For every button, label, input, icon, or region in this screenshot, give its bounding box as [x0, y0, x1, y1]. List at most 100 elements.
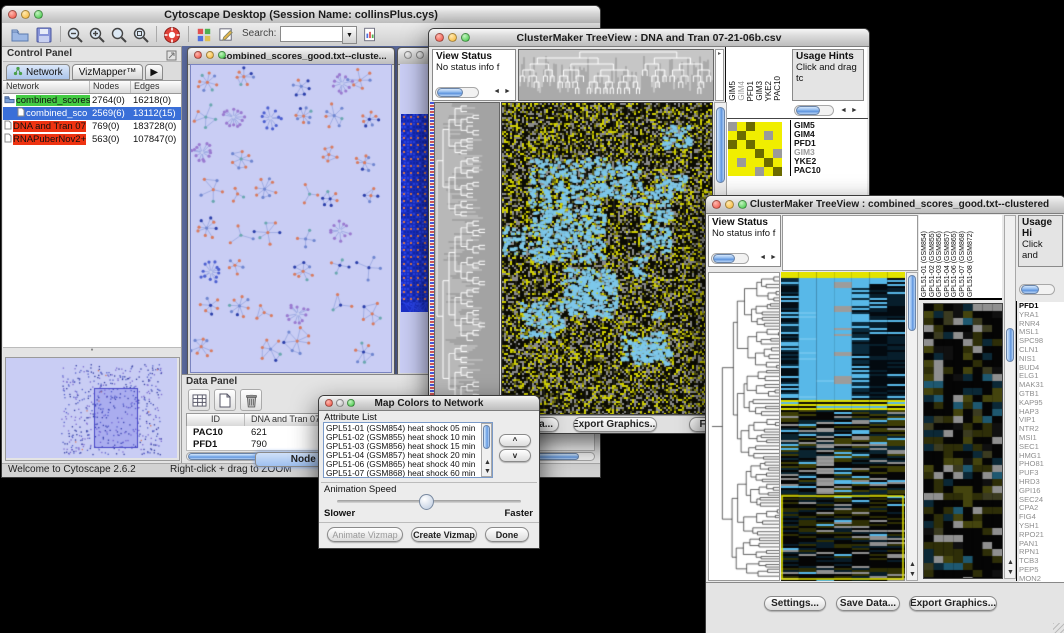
- delete-attribute-icon[interactable]: [240, 389, 262, 411]
- matrix-cell[interactable]: [773, 149, 782, 158]
- matrix-cell[interactable]: [773, 131, 782, 140]
- matrix-cell[interactable]: [764, 167, 773, 176]
- col-header-nodes[interactable]: Nodes: [90, 81, 131, 93]
- zoom-button[interactable]: [347, 399, 355, 407]
- zoom-button[interactable]: [738, 200, 747, 209]
- vizmapper-palette-icon[interactable]: [194, 25, 214, 44]
- matrix-cell[interactable]: [746, 158, 755, 167]
- attribute-list-item[interactable]: GPL51-02 (GSM855) heat shock 10 min: [326, 433, 490, 442]
- tv1-column-label[interactable]: GIM5: [728, 81, 737, 101]
- matrix-cell[interactable]: [773, 167, 782, 176]
- scroll-down-icon[interactable]: ▼: [909, 571, 917, 578]
- dialog-titlebar[interactable]: Map Colors to Network: [319, 396, 539, 411]
- tab-network[interactable]: Network: [6, 64, 70, 80]
- matrix-cell[interactable]: [737, 140, 746, 149]
- tv2-export-graphics-button[interactable]: Export Graphics...: [909, 596, 997, 611]
- tv2-zoom-heatmap[interactable]: [923, 303, 1003, 579]
- attribute-table-icon[interactable]: [188, 389, 210, 411]
- attribute-list-item[interactable]: GPL51-03 (GSM856) heat shock 15 min: [326, 442, 490, 451]
- annotation-icon[interactable]: [216, 25, 236, 44]
- move-up-button[interactable]: ^: [499, 434, 531, 447]
- scroll-up-icon[interactable]: ▲: [1007, 559, 1015, 566]
- attribute-list-item[interactable]: GPL51-07 (GSM868) heat shock 60 min: [326, 469, 490, 478]
- tv1-row-dendrogram[interactable]: [434, 102, 500, 415]
- attribute-list[interactable]: GPL51-01 (GSM854) heat shock 05 minGPL51…: [323, 422, 493, 478]
- tv2-column-label[interactable]: GPL51-03 (GSM856): [936, 231, 944, 297]
- matrix-cell[interactable]: [755, 167, 764, 176]
- tv2-heatmap[interactable]: [781, 272, 905, 581]
- matrix-cell[interactable]: [746, 140, 755, 149]
- matrix-cell[interactable]: [755, 140, 764, 149]
- tv2-column-dendrogram[interactable]: [782, 215, 918, 271]
- matrix-cell[interactable]: [737, 158, 746, 167]
- tv1-status-hscrollbar[interactable]: [435, 87, 479, 98]
- tv1-column-label[interactable]: PFD1: [746, 81, 755, 101]
- zoom-in-icon[interactable]: [87, 25, 107, 44]
- tv1-column-label[interactable]: YKE2: [764, 81, 773, 101]
- zoom-fit-icon[interactable]: [109, 25, 129, 44]
- matrix-cell[interactable]: [764, 131, 773, 140]
- move-down-button[interactable]: v: [499, 449, 531, 462]
- matrix-cell[interactable]: [728, 149, 737, 158]
- tv1-column-label[interactable]: GIM3: [755, 81, 764, 101]
- zoom-button[interactable]: [461, 33, 470, 42]
- new-attribute-icon[interactable]: [214, 389, 236, 411]
- network-row-name[interactable]: combined_scores: [3, 94, 90, 107]
- matrix-cell[interactable]: [737, 131, 746, 140]
- resize-grip[interactable]: [1053, 623, 1064, 633]
- tv2-hints-hscrollbar[interactable]: [1019, 284, 1055, 295]
- close-button[interactable]: [435, 33, 444, 42]
- minimize-button[interactable]: [21, 10, 30, 19]
- scroll-up-icon[interactable]: ▲: [909, 561, 917, 568]
- close-button[interactable]: [712, 200, 721, 209]
- data-row-id[interactable]: PFD1: [187, 438, 245, 450]
- animate-vizmap-button[interactable]: Animate Vizmap: [327, 527, 403, 542]
- scroll-arrows-icon[interactable]: ◄ ►: [840, 107, 859, 114]
- network-canvas[interactable]: [190, 64, 392, 373]
- overview-splitter[interactable]: ●: [3, 347, 181, 354]
- matrix-cell[interactable]: [773, 122, 782, 131]
- zoom-selected-icon[interactable]: [131, 25, 151, 44]
- network-row-name[interactable]: combined_sco: [3, 107, 90, 120]
- minimize-button[interactable]: [206, 51, 214, 59]
- tv2-save-data-button[interactable]: Save Data...: [836, 596, 900, 611]
- tv1-hints-hscrollbar[interactable]: [794, 105, 834, 116]
- matrix-cell[interactable]: [746, 149, 755, 158]
- matrix-cell[interactable]: [728, 167, 737, 176]
- tab-overflow-button[interactable]: ▶: [145, 64, 163, 80]
- matrix-cell[interactable]: [755, 122, 764, 131]
- tv1-column-label[interactable]: GIM4: [737, 81, 746, 101]
- tv2-column-label[interactable]: GPL51-01 (GSM854): [921, 231, 929, 297]
- minimize-button[interactable]: [725, 200, 734, 209]
- close-button[interactable]: [194, 51, 202, 59]
- close-button[interactable]: [404, 51, 412, 59]
- attribute-list-item[interactable]: GPL51-06 (GSM865) heat shock 40 min: [326, 460, 490, 469]
- matrix-cell[interactable]: [737, 122, 746, 131]
- matrix-cell[interactable]: [755, 149, 764, 158]
- matrix-cell[interactable]: [764, 149, 773, 158]
- open-file-icon[interactable]: [10, 25, 30, 44]
- network-row-name[interactable]: DNA and Tran 07: [3, 120, 90, 133]
- matrix-cell[interactable]: [746, 122, 755, 131]
- tv2-column-label[interactable]: GPL51-08 (GSM872): [967, 231, 975, 297]
- matrix-cell[interactable]: [737, 167, 746, 176]
- matrix-cell[interactable]: [746, 167, 755, 176]
- close-button[interactable]: [325, 399, 333, 407]
- close-button[interactable]: [8, 10, 17, 19]
- scroll-arrows-icon[interactable]: ◄ ►: [493, 86, 512, 97]
- attribute-list-item[interactable]: GPL51-01 (GSM854) heat shock 05 min: [326, 424, 490, 433]
- dp-col-id[interactable]: ID: [187, 414, 245, 426]
- tv1-summary-heatmap[interactable]: [728, 122, 782, 176]
- matrix-cell[interactable]: [728, 158, 737, 167]
- matrix-cell[interactable]: [728, 140, 737, 149]
- matrix-cell[interactable]: [755, 158, 764, 167]
- matrix-cell[interactable]: [764, 158, 773, 167]
- matrix-cell[interactable]: [773, 140, 782, 149]
- scroll-up-icon[interactable]: ▲: [484, 459, 492, 466]
- zoom-button[interactable]: [218, 51, 226, 59]
- col-header-network[interactable]: Network: [3, 81, 90, 93]
- tv1-heatmap[interactable]: [501, 102, 713, 415]
- col-header-edges[interactable]: Edges: [131, 81, 181, 93]
- zoom-out-icon[interactable]: [65, 25, 85, 44]
- matrix-cell[interactable]: [728, 122, 737, 131]
